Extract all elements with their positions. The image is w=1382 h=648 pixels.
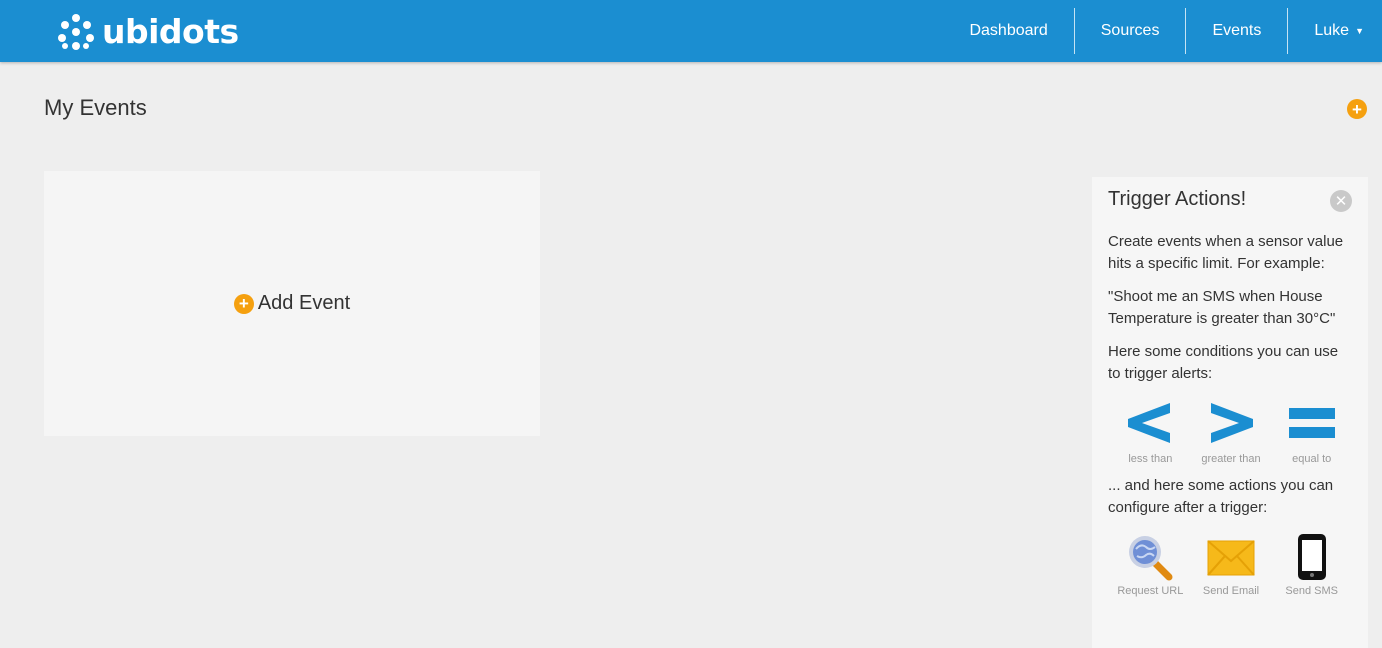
main-nav: Dashboard Sources Events Luke ▼ (943, 0, 1382, 62)
user-name: Luke (1314, 22, 1350, 39)
brand-name: ubidots (102, 12, 239, 51)
condition-label: greater than (1201, 453, 1261, 465)
equal-to-icon (1288, 408, 1335, 438)
action-list: Request URL Send Email Send SMS (1108, 533, 1352, 597)
phone-icon (1297, 534, 1326, 580)
condition-greater-than: greater than (1191, 399, 1272, 465)
add-event-plus-icon[interactable]: + (1347, 99, 1367, 119)
nav-events[interactable]: Events (1186, 0, 1287, 62)
nav-sources[interactable]: Sources (1075, 0, 1186, 62)
top-navbar: ubidots Dashboard Sources Events Luke ▼ (0, 0, 1382, 62)
condition-label: equal to (1292, 453, 1332, 465)
ubidots-logo[interactable]: ubidots (56, 12, 239, 52)
caret-down-icon: ▼ (1355, 26, 1364, 36)
panel-title: Trigger Actions! (1108, 188, 1247, 210)
user-menu[interactable]: Luke ▼ (1288, 0, 1382, 62)
close-icon[interactable]: ✕ (1330, 190, 1352, 212)
logo-dots-icon (56, 12, 96, 52)
envelope-icon (1207, 540, 1255, 576)
action-label: Request URL (1117, 585, 1184, 597)
globe-search-icon (1129, 536, 1173, 581)
panel-conditions-text: Here some conditions you can use to trig… (1108, 343, 1339, 382)
action-send-sms[interactable]: Send SMS (1271, 533, 1352, 597)
add-event-label: Add Event (257, 292, 351, 314)
action-label: Send SMS (1285, 585, 1338, 597)
plus-circle-icon: + (233, 293, 254, 314)
action-request-url[interactable]: Request URL (1110, 533, 1191, 597)
condition-less-than: less than (1110, 399, 1191, 465)
condition-equal-to: equal to (1271, 399, 1352, 465)
panel-intro: Create events when a sensor value hits a… (1108, 233, 1344, 272)
less-than-icon (1128, 403, 1171, 443)
condition-list: less than greater than equal to (1108, 399, 1352, 465)
panel-actions-text: ... and here some actions you can config… (1108, 477, 1334, 516)
add-event-card[interactable]: + Add Event (44, 171, 540, 436)
trigger-actions-panel: Trigger Actions! ✕ Create events when a … (1092, 177, 1368, 648)
action-send-email[interactable]: Send Email (1191, 533, 1272, 597)
panel-example: "Shoot me an SMS when House Temperature … (1108, 288, 1336, 327)
action-label: Send Email (1202, 585, 1260, 597)
page-title: My Events (44, 95, 147, 120)
condition-label: less than (1128, 453, 1173, 465)
greater-than-icon (1211, 403, 1253, 443)
nav-dashboard[interactable]: Dashboard (943, 0, 1073, 62)
